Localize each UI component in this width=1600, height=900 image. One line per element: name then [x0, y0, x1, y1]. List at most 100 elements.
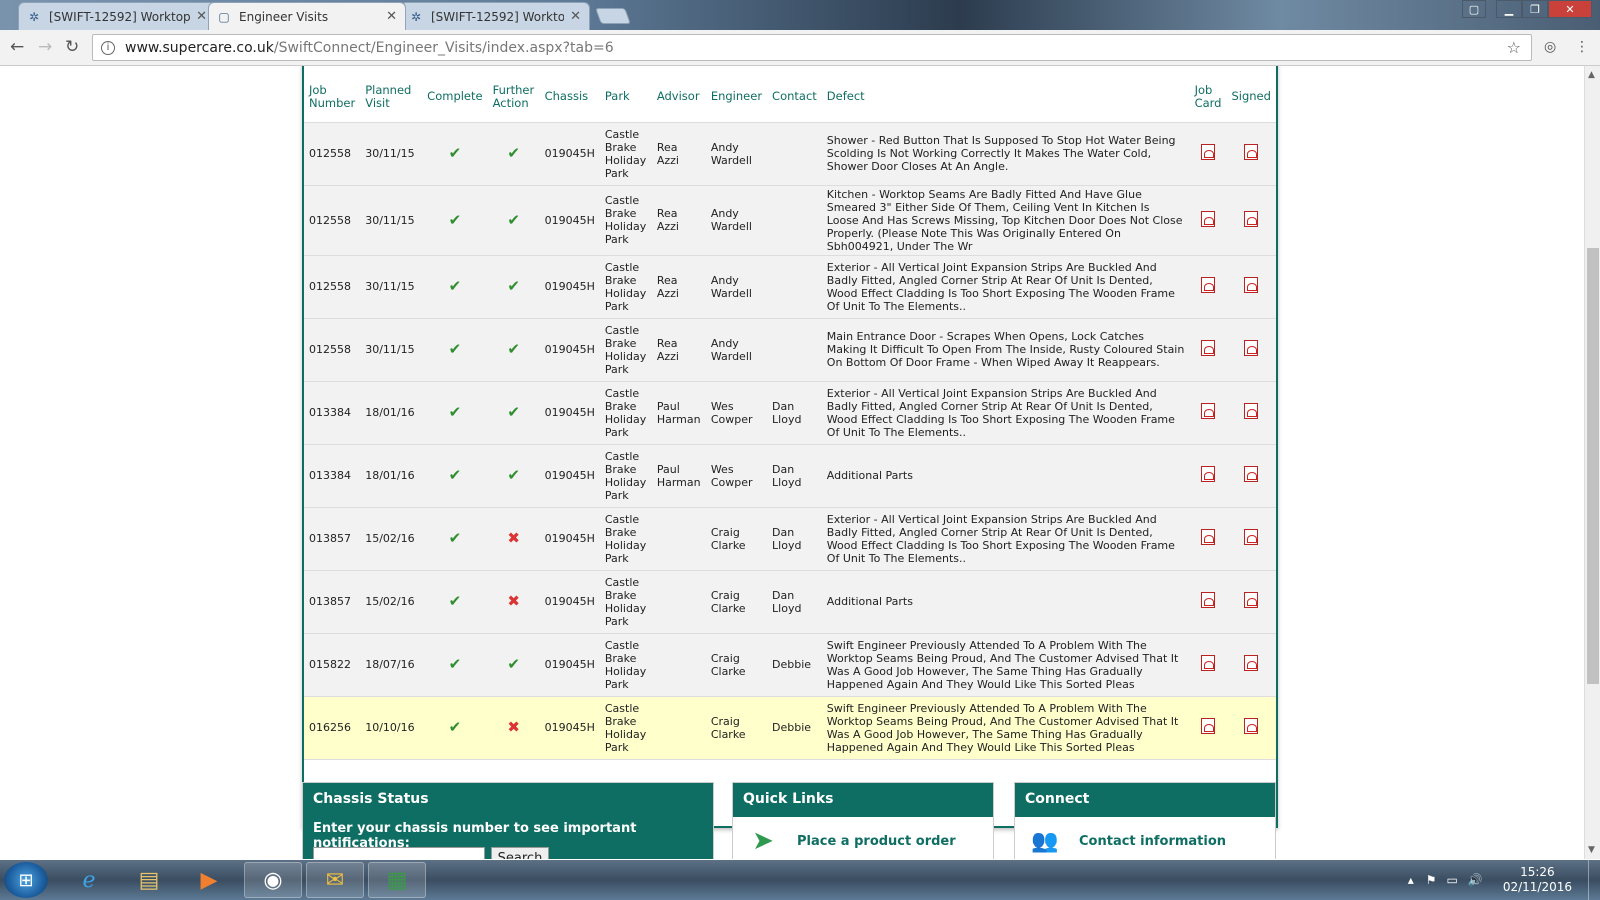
- volume-icon[interactable]: 🔊: [1468, 873, 1483, 887]
- col-contact[interactable]: Contact: [767, 72, 822, 123]
- signed-pdf-icon[interactable]: [1244, 403, 1259, 419]
- signed-pdf-icon[interactable]: [1244, 210, 1259, 227]
- table-row[interactable]: 013857 15/02/16 ✔ ✖ 019045H Castle Brake Holi…: [304, 570, 1276, 634]
- signed-pdf-icon[interactable]: [1244, 592, 1259, 608]
- show-hidden-icons-icon[interactable]: ▴: [1408, 873, 1414, 887]
- bookmark-star-icon[interactable]: ☆: [1507, 38, 1521, 57]
- job-card-pdf-icon[interactable]: [1201, 592, 1216, 608]
- tab-engineer-visits[interactable]: ▢ Engineer Visits ✕: [208, 2, 406, 30]
- signed-cell: [1226, 381, 1276, 445]
- job-number-cell: 012558: [304, 255, 361, 319]
- url-input[interactable]: i www.supercare.co.uk/SwiftConnect/Engin…: [92, 34, 1532, 61]
- minimize-button[interactable]: ▁: [1496, 0, 1522, 18]
- tab-swift-1[interactable]: ✲ [SWIFT-12592] Worktop ✕: [18, 2, 216, 30]
- col-defect[interactable]: Defect: [821, 72, 1190, 123]
- close-icon[interactable]: ✕: [386, 9, 397, 24]
- job-card-pdf-icon[interactable]: [1201, 529, 1216, 545]
- menu-icon[interactable]: ⋮: [1575, 39, 1589, 55]
- signed-pdf-icon[interactable]: [1244, 466, 1259, 482]
- signed-pdf-icon[interactable]: [1244, 655, 1259, 671]
- signed-cell: [1226, 570, 1276, 634]
- signed-pdf-icon[interactable]: [1244, 340, 1259, 356]
- job-card-pdf-icon[interactable]: [1201, 718, 1216, 734]
- signed-pdf-icon[interactable]: [1244, 144, 1259, 160]
- table-row[interactable]: 012558 30/11/15 ✔ ✔ 019045H Castle Brake Holi…: [304, 255, 1276, 319]
- cross-icon: ✖: [507, 529, 520, 547]
- signed-pdf-icon[interactable]: [1244, 277, 1259, 293]
- contact-cell: Dan Lloyd: [767, 444, 822, 508]
- user-icon[interactable]: ▢: [1462, 0, 1486, 18]
- checkmark-icon: ✔: [448, 529, 462, 547]
- job-card-pdf-icon[interactable]: [1201, 340, 1216, 356]
- table-row[interactable]: 013384 18/01/16 ✔ ✔ 019045H Castle Brake Holi…: [304, 444, 1276, 508]
- chrome-icon[interactable]: ◉: [244, 862, 302, 898]
- col-engineer[interactable]: Engineer: [705, 72, 768, 123]
- table-row[interactable]: 015822 18/07/16 ✔ ✔ 019045H Castle Brake Holi…: [304, 633, 1276, 697]
- signed-pdf-icon[interactable]: [1244, 718, 1259, 734]
- extension-icon[interactable]: ◎: [1544, 39, 1556, 55]
- col-planned-visit[interactable]: Planned Visit: [360, 72, 423, 123]
- file-explorer-icon[interactable]: ▤: [120, 862, 178, 898]
- media-player-icon[interactable]: ▶: [180, 862, 238, 898]
- clock[interactable]: 15:26 02/11/2016: [1503, 865, 1572, 895]
- show-desktop-button[interactable]: [1588, 860, 1600, 900]
- advisor-cell: Paul Harman: [651, 444, 706, 508]
- chassis-number-input[interactable]: [313, 847, 485, 859]
- chassis-cell: 019045H: [539, 696, 600, 760]
- col-signed[interactable]: Signed: [1226, 72, 1276, 123]
- col-further-action[interactable]: Further Action: [487, 72, 540, 123]
- scroll-up-icon[interactable]: ▲: [1588, 70, 1595, 80]
- job-card-pdf-icon[interactable]: [1201, 277, 1216, 293]
- close-icon[interactable]: ✕: [196, 9, 207, 24]
- maximize-button[interactable]: ❐: [1522, 0, 1548, 18]
- job-card-pdf-icon[interactable]: [1201, 210, 1216, 227]
- contact-cell: Dan Lloyd: [767, 507, 822, 571]
- tab-swift-2[interactable]: ✲ [SWIFT-12592] Worktop ✕: [400, 2, 590, 30]
- close-icon[interactable]: ✕: [570, 9, 581, 24]
- further-action-cell: ✔: [487, 255, 540, 319]
- vertical-scrollbar[interactable]: ▲ ▼: [1584, 66, 1600, 859]
- col-job-card[interactable]: Job Card: [1189, 72, 1227, 123]
- col-chassis[interactable]: Chassis: [539, 72, 600, 123]
- chassis-search-button[interactable]: Search: [491, 847, 549, 859]
- new-tab-button[interactable]: [595, 8, 631, 24]
- col-advisor[interactable]: Advisor: [651, 72, 706, 123]
- jira-icon: ✲: [28, 9, 40, 24]
- reload-icon[interactable]: ↻: [65, 37, 79, 57]
- internet-explorer-icon[interactable]: ℯ: [60, 862, 118, 898]
- col-job-number[interactable]: Job Number: [304, 72, 361, 123]
- place-product-order-link[interactable]: ➤ Place a product order: [733, 817, 993, 859]
- back-icon[interactable]: ←: [10, 37, 24, 57]
- job-card-pdf-icon[interactable]: [1201, 466, 1216, 482]
- scrollbar-thumb[interactable]: [1587, 248, 1599, 684]
- scroll-down-icon[interactable]: ▼: [1588, 845, 1595, 855]
- start-button[interactable]: ⊞: [4, 862, 48, 898]
- close-window-button[interactable]: ✕: [1548, 0, 1592, 18]
- job-card-pdf-icon[interactable]: [1201, 403, 1216, 419]
- table-row[interactable]: 013384 18/01/16 ✔ ✔ 019045H Castle Brake Holi…: [304, 381, 1276, 445]
- table-row[interactable]: 012558 30/11/15 ✔ ✔ 019045H Castle Brake Holi…: [304, 185, 1276, 256]
- park-cell: Castle Brake Holiday Park: [599, 570, 652, 634]
- complete-cell: ✔: [422, 255, 488, 319]
- table-row[interactable]: 016256 10/10/16 ✔ ✖ 019045H Castle Brake Holi…: [304, 696, 1276, 760]
- checkmark-icon: ✔: [507, 144, 520, 162]
- advisor-cell: [651, 633, 706, 697]
- job-card-cell: [1189, 185, 1227, 256]
- job-card-pdf-icon[interactable]: [1201, 144, 1216, 160]
- network-icon[interactable]: ▭: [1447, 873, 1458, 887]
- col-park[interactable]: Park: [599, 72, 652, 123]
- col-complete[interactable]: Complete: [422, 72, 488, 123]
- outlook-icon[interactable]: ✉: [306, 862, 364, 898]
- chassis-cell: 019045H: [539, 633, 600, 697]
- flag-icon[interactable]: ⚑: [1426, 873, 1437, 887]
- signed-pdf-icon[interactable]: [1244, 529, 1259, 545]
- info-icon[interactable]: i: [101, 40, 115, 55]
- table-row[interactable]: 013857 15/02/16 ✔ ✖ 019045H Castle Brake Holi…: [304, 507, 1276, 571]
- forward-icon[interactable]: →: [38, 37, 52, 57]
- table-row[interactable]: 012558 30/11/15 ✔ ✔ 019045H Castle Brake Holi…: [304, 318, 1276, 382]
- excel-icon[interactable]: ▦: [368, 862, 426, 898]
- contact-information-link[interactable]: 👥 Contact information: [1015, 817, 1275, 859]
- signed-cell: [1226, 122, 1276, 186]
- job-card-pdf-icon[interactable]: [1201, 655, 1216, 671]
- table-row[interactable]: 012558 30/11/15 ✔ ✔ 019045H Castle Brake Holi…: [304, 122, 1276, 186]
